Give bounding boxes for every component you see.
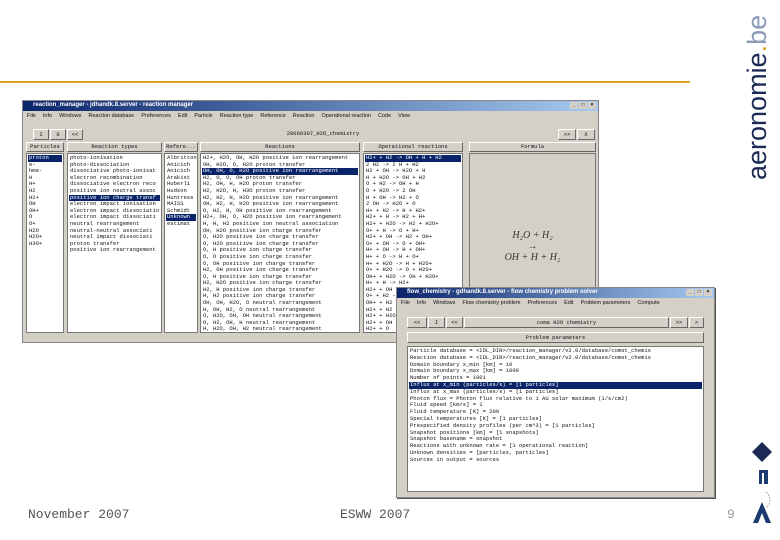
close-button[interactable]: ×: [704, 289, 712, 296]
window-title: flow_chemistry - gdhandk.8.server - flow…: [407, 289, 598, 295]
close-db-button[interactable]: X: [577, 129, 595, 140]
menu-item[interactable]: Compute: [637, 300, 659, 306]
menu-item[interactable]: Edit: [564, 300, 573, 306]
minimize-button[interactable]: _: [570, 102, 578, 109]
institute-logo-icon: [753, 491, 771, 523]
building-logo-icon: [759, 470, 768, 484]
menu-item[interactable]: Operational reaction: [321, 113, 371, 119]
menu-item[interactable]: Problem parameters: [581, 300, 631, 306]
reactions-header[interactable]: Reactions: [200, 142, 360, 152]
prev-button[interactable]: <<: [67, 129, 83, 140]
parameters-list[interactable]: Particle database = <IDL_DIR>/reaction_m…: [407, 346, 704, 492]
page-number: 9: [727, 507, 735, 522]
header-rule: [0, 81, 690, 83]
menu-item[interactable]: Preferences: [141, 113, 171, 119]
menu-item[interactable]: Windows: [59, 113, 81, 119]
zero-button[interactable]: 0: [50, 129, 66, 140]
menu-item[interactable]: Info: [43, 113, 52, 119]
next-button[interactable]: >>: [558, 129, 576, 140]
list-item[interactable]: H3O+: [28, 240, 62, 248]
reaction-types-list[interactable]: photo-ionisation photo-dissociation dissoc…: [67, 153, 162, 333]
menu-item[interactable]: Flow chemistry problem: [462, 300, 520, 306]
minimize-button[interactable]: _: [686, 289, 694, 296]
menu-item[interactable]: View: [398, 113, 410, 119]
list-item[interactable]: hme-: [28, 168, 62, 175]
list-item[interactable]: H, H2O, OH, H2 neutral rearrangement: [202, 326, 358, 332]
next-button[interactable]: >>: [670, 317, 688, 328]
maximize-button[interactable]: □: [695, 289, 703, 296]
formula-header[interactable]: Formula: [469, 142, 596, 152]
formula-arrow: →: [527, 241, 538, 252]
particles-list[interactable]: proton e-hme- H H+ H2 H2+ OH OH+ O O+ H2O H2O+ H3O+: [26, 153, 64, 333]
flow-chemistry-window: flow_chemistry - gdhandk.8.server - flow…: [396, 287, 715, 498]
list-item[interactable]: OH+: [28, 207, 62, 215]
list-item[interactable]: Sources in output = sources: [409, 456, 702, 464]
menu-item[interactable]: File: [401, 300, 410, 306]
menu-item[interactable]: Reaction: [293, 113, 315, 119]
database-title: 20060307_H2O_chemistry: [286, 130, 360, 137]
formula-rhs: OH + H + H₂: [504, 252, 561, 263]
menu-item[interactable]: Reference: [260, 113, 285, 119]
menu-item[interactable]: Preferences: [527, 300, 557, 306]
first-button[interactable]: I: [33, 129, 49, 140]
partner-logo-icon: [752, 442, 772, 462]
menu-item[interactable]: Code: [378, 113, 391, 119]
menu-item[interactable]: Reaction database: [88, 113, 134, 119]
references-header[interactable]: Refere...: [164, 142, 198, 152]
menu-item[interactable]: Particle: [194, 113, 212, 119]
aeronomie-logo: aeronomie.be: [742, 14, 772, 180]
footer-date: November 2007: [28, 507, 130, 522]
window-title: reaction_manager - jdhandk.8.server - re…: [33, 102, 194, 108]
maximize-button[interactable]: □: [579, 102, 587, 109]
menu-bar: File Info Windows Flow chemistry problem Pre…: [397, 298, 714, 308]
title-bar: reaction_manager - jdhandk.8.server - re…: [23, 101, 598, 111]
menu-bar: File Info Windows Reaction database Preferen…: [23, 111, 598, 121]
first-button[interactable]: <<: [407, 317, 427, 328]
problem-parameters-button[interactable]: Problem parameters: [407, 332, 704, 343]
references-list[interactable]: Albritton Anicich Anicich Arakist Huberli Hud…: [164, 153, 198, 333]
menu-item[interactable]: Reaction type: [220, 113, 254, 119]
reaction-types-header[interactable]: Reaction types: [67, 142, 162, 152]
menu-item[interactable]: Windows: [433, 300, 455, 306]
problem-title: coma H2O chemistry: [464, 317, 669, 328]
footer-event: ESWW 2007: [340, 507, 411, 522]
prev-button[interactable]: <<: [446, 317, 463, 328]
info-button[interactable]: I: [428, 317, 445, 328]
operational-header[interactable]: Operational reactions: [363, 142, 463, 152]
particles-header[interactable]: Particles: [26, 142, 64, 152]
formula-lhs: H₂O + H₂: [512, 230, 553, 241]
menu-item[interactable]: Edit: [178, 113, 187, 119]
list-item[interactable]: positive ion rearrangement: [69, 247, 160, 254]
title-bar: flow_chemistry - gdhandk.8.server - flow…: [397, 288, 714, 298]
list-item[interactable]: estimat: [166, 220, 196, 228]
last-button[interactable]: >: [689, 317, 704, 328]
reactions-list[interactable]: H2+, H2O, OH, H2O positive ion rearrange…: [200, 153, 360, 333]
menu-item[interactable]: Info: [417, 300, 426, 306]
close-button[interactable]: ×: [588, 102, 596, 109]
menu-item[interactable]: File: [27, 113, 36, 119]
